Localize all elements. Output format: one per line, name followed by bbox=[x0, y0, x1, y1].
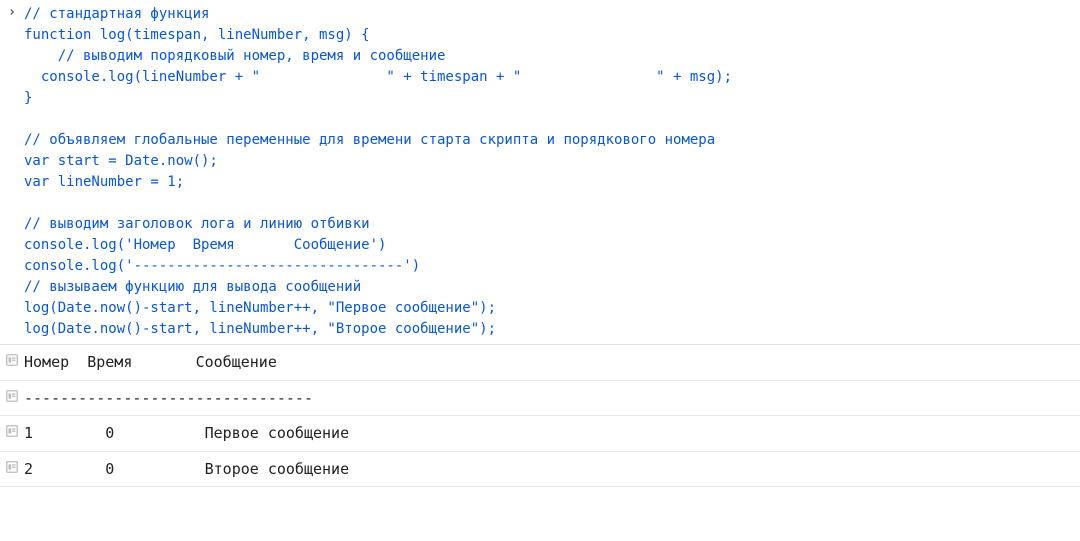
output-line: -------------------------------- bbox=[24, 387, 1080, 410]
log-icon bbox=[0, 458, 24, 478]
console-output-row: 1 0 Первое сообщение bbox=[0, 416, 1080, 452]
log-icon bbox=[0, 422, 24, 442]
console-input-row[interactable]: // стандартная функция function log(time… bbox=[0, 0, 1080, 345]
output-line: 1 0 Первое сообщение bbox=[24, 422, 1080, 445]
prompt-chevron-icon bbox=[0, 4, 24, 340]
console-output-row: 2 0 Второе сообщение bbox=[0, 452, 1080, 488]
output-line: 2 0 Второе сообщение bbox=[24, 458, 1080, 481]
code-input[interactable]: // стандартная функция function log(time… bbox=[24, 4, 1080, 340]
console-output-row: -------------------------------- bbox=[0, 381, 1080, 417]
log-icon bbox=[0, 387, 24, 407]
log-icon bbox=[0, 351, 24, 371]
output-line: Номер Время Сообщение bbox=[24, 351, 1080, 374]
console-output-row: Номер Время Сообщение bbox=[0, 345, 1080, 381]
